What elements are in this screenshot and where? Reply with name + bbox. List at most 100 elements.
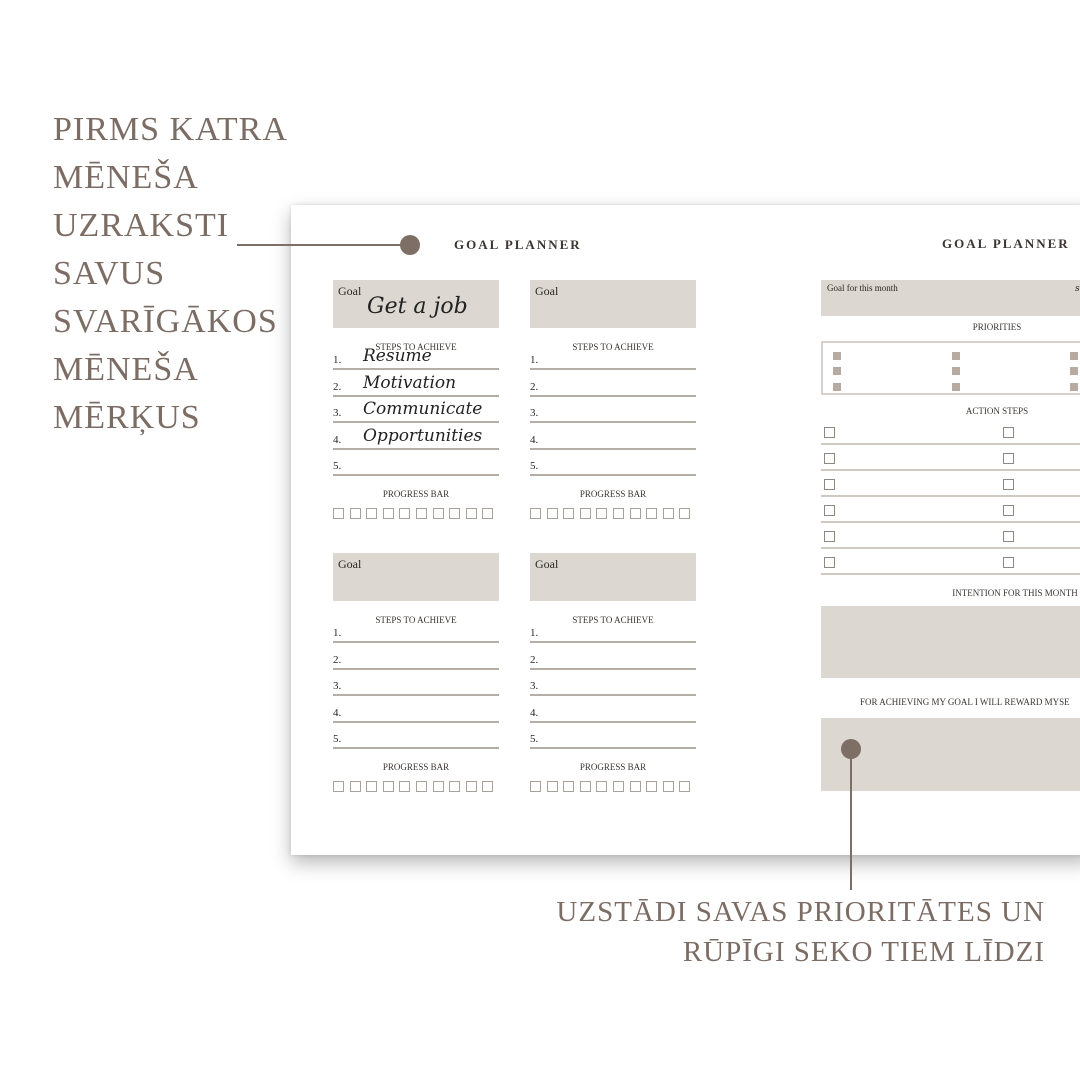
step-number: 1. [530,354,539,366]
progress-box[interactable] [662,508,674,519]
action-checkbox[interactable] [824,453,835,464]
progress-box[interactable] [579,781,591,792]
action-checkbox[interactable] [824,479,835,490]
action-checkbox[interactable] [824,427,835,438]
progress-box[interactable] [416,508,427,519]
progress-box[interactable] [382,781,394,792]
action-steps-list [821,423,1080,575]
progress-box[interactable] [563,781,575,792]
step-handwritten: Resume [363,346,432,366]
step-number: 2. [333,653,342,666]
action-checkbox[interactable] [1003,557,1014,568]
progress-box[interactable] [646,781,658,792]
progress-box[interactable] [563,508,575,519]
action-checkbox[interactable] [824,531,835,542]
progress-bar-label: PROGRESS BAR [579,489,647,499]
step-line[interactable] [333,667,499,670]
progress-box[interactable] [646,508,658,519]
step-line[interactable] [333,641,499,643]
reward-box[interactable] [821,718,1080,791]
goal-block: Goal STEPS TO ACHIEVE 1. 2. 3. 4. 5. PROGRESS B… [333,553,499,803]
progress-box[interactable] [449,781,461,792]
progress-box[interactable] [432,508,444,519]
progress-box[interactable] [349,508,361,519]
progress-box[interactable] [613,508,624,519]
step-line[interactable] [333,474,499,476]
step-line[interactable] [530,694,696,696]
goal-box[interactable]: Goal Get a job [333,280,499,328]
action-checkbox[interactable] [1003,505,1014,516]
intention-box[interactable] [821,606,1080,678]
priority-bullet-icon [952,352,960,360]
progress-box[interactable] [546,508,558,519]
progress-box[interactable] [366,781,378,792]
step-line[interactable] [333,747,499,749]
priority-bullet-icon [1070,367,1078,375]
progress-box[interactable] [482,781,494,792]
step-line[interactable] [530,747,696,749]
step-line[interactable] [530,641,696,643]
progress-box[interactable] [432,781,444,792]
progress-box[interactable] [596,781,608,792]
action-checkbox[interactable] [1003,427,1014,438]
goal-box[interactable]: Goal [333,553,499,601]
step-line[interactable] [530,667,696,670]
step-line[interactable] [333,694,499,696]
step-number: 3. [530,680,539,692]
progress-box[interactable] [629,508,641,519]
right-page-title: GOAL PLANNER [942,236,1070,251]
progress-box[interactable] [399,781,411,792]
progress-box[interactable] [366,508,378,519]
callout-line: UZRAKSTI [53,207,230,244]
step-line[interactable] [333,421,499,423]
step-line[interactable] [530,421,696,423]
goal-box[interactable]: Goal [530,553,696,601]
left-callout-text: PIRMS KATRA MĒNEŠA UZRAKSTI SAVUS SVARĪG… [53,106,288,442]
step-line[interactable] [333,368,499,370]
progress-box[interactable] [382,508,394,519]
step-line[interactable] [530,447,696,450]
progress-box[interactable] [579,508,591,519]
step-line[interactable] [530,368,696,370]
intention-label: INTENTION FOR THIS MONTH [952,588,1078,598]
progress-box[interactable] [333,781,344,792]
progress-box[interactable] [530,781,541,792]
step-line[interactable] [333,447,499,450]
progress-box[interactable] [546,781,558,792]
progress-box[interactable] [629,781,641,792]
action-line [821,443,1080,445]
action-checkbox[interactable] [1003,531,1014,542]
callout-line: SVARĪGĀKOS [53,303,278,340]
goal-block: Goal STEPS TO ACHIEVE 1. 2. 3. 4. 5. PROGRESS B… [530,553,696,803]
progress-box[interactable] [449,508,461,519]
step-line[interactable] [333,394,499,397]
step-line[interactable] [333,720,499,723]
progress-box[interactable] [465,508,477,519]
progress-box[interactable] [416,781,427,792]
step-number: 5. [333,733,342,745]
action-checkbox[interactable] [1003,453,1014,464]
action-checkbox[interactable] [824,557,835,568]
action-checkbox[interactable] [824,505,835,516]
step-number: 2. [530,380,539,393]
step-line[interactable] [530,394,696,397]
progress-box[interactable] [333,508,344,519]
progress-box[interactable] [662,781,674,792]
goal-box[interactable]: Goal [530,280,696,328]
progress-box[interactable] [613,781,624,792]
action-checkbox[interactable] [1003,479,1014,490]
progress-box[interactable] [679,781,691,792]
progress-box[interactable] [399,508,411,519]
callout-line: MĒNEŠA [53,351,199,388]
progress-box[interactable] [482,508,494,519]
step-handwritten: Opportunities [363,425,483,446]
progress-box[interactable] [679,508,691,519]
action-line [821,573,1080,575]
goal-for-month-box[interactable]: Goal for this month s [821,280,1080,316]
progress-box[interactable] [349,781,361,792]
progress-box[interactable] [465,781,477,792]
progress-box[interactable] [530,508,541,519]
step-line[interactable] [530,720,696,723]
progress-box[interactable] [596,508,608,519]
step-line[interactable] [530,474,696,476]
